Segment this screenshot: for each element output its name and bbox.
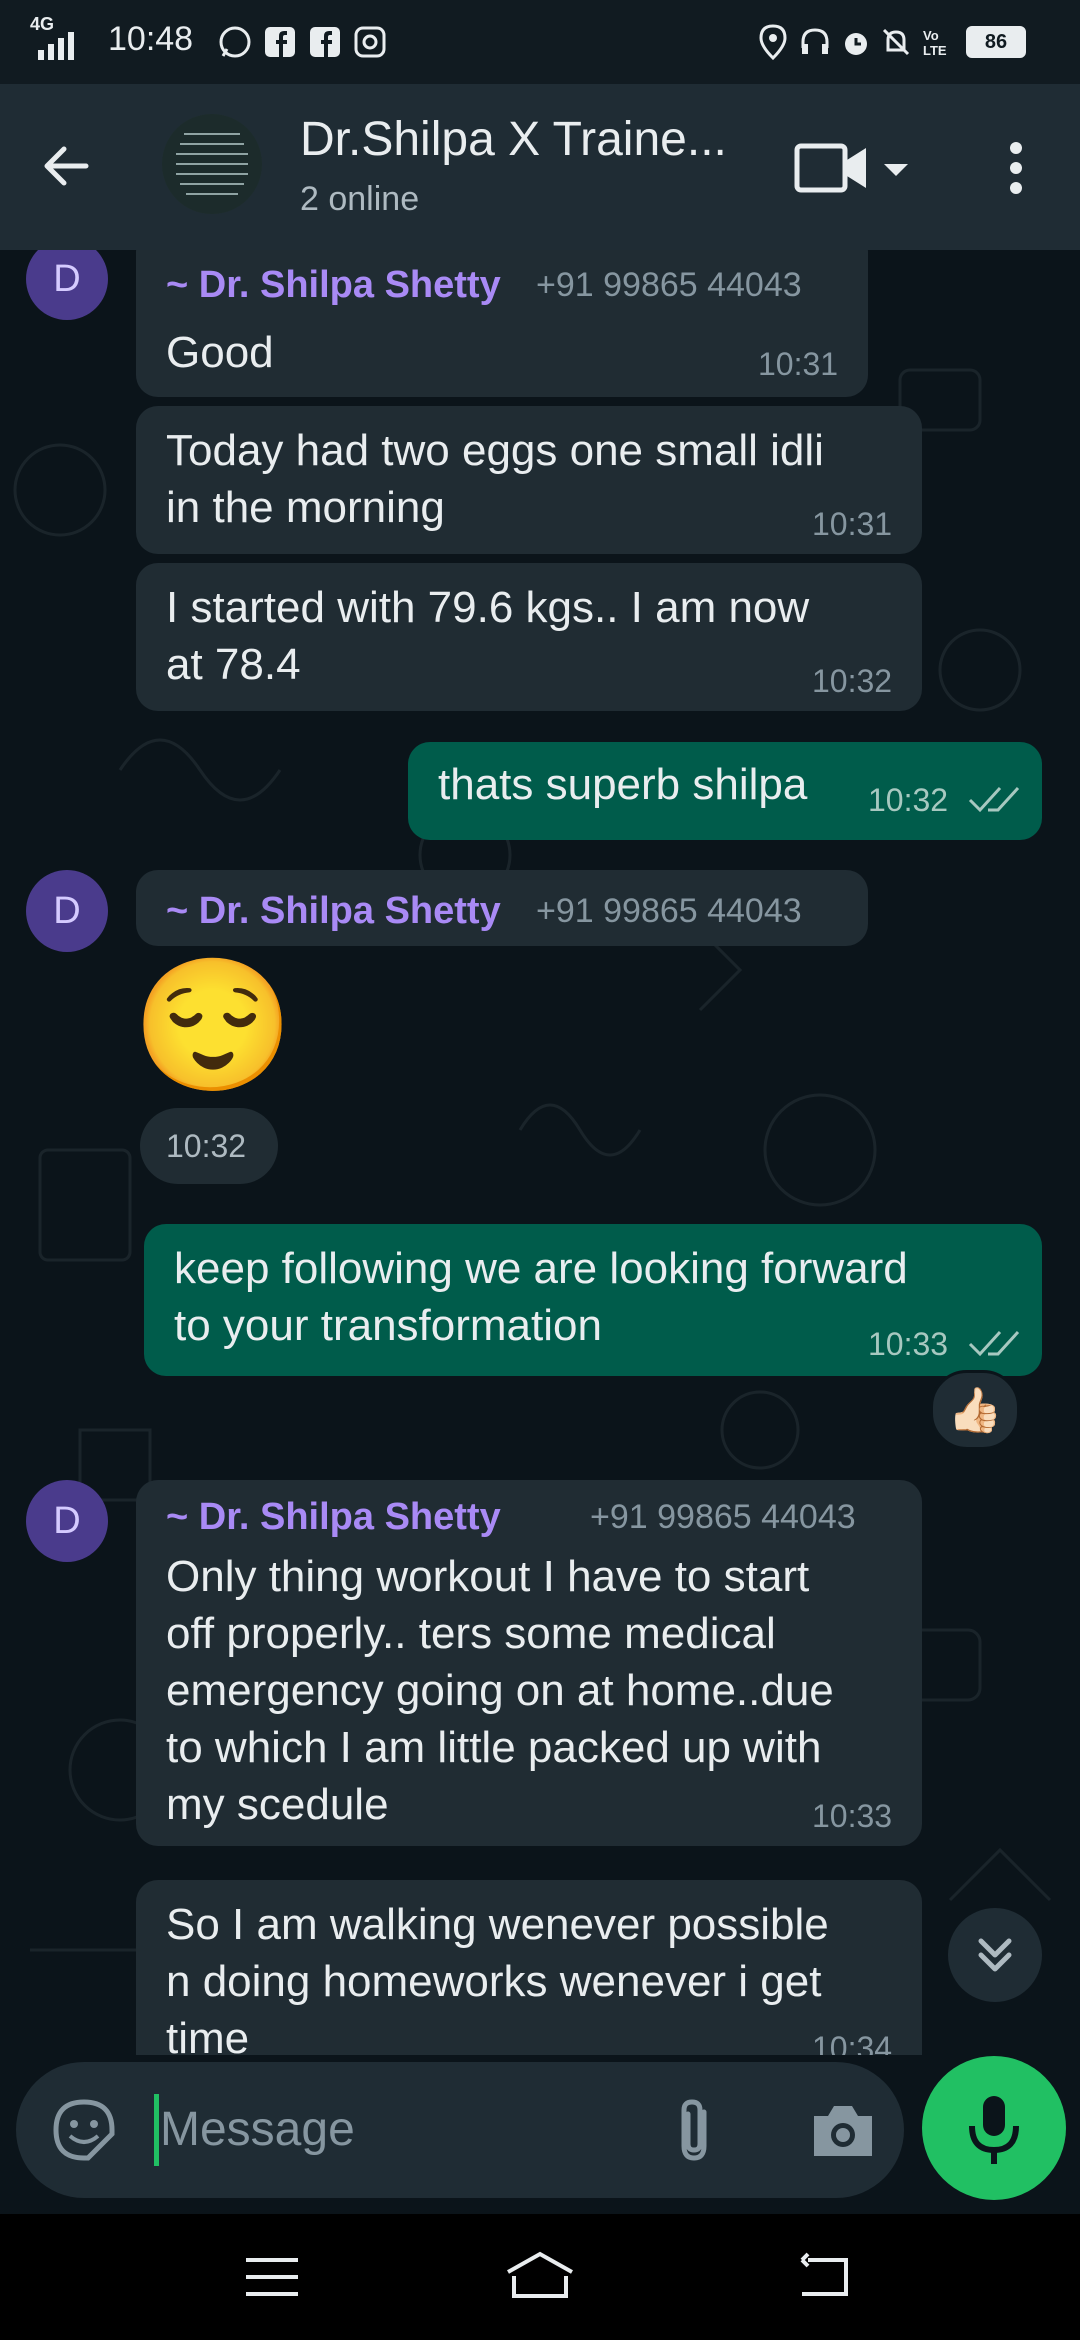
signal-icon: 4G (30, 14, 100, 66)
location-icon (755, 22, 791, 62)
sender-phone: +91 99865 44043 (536, 892, 802, 930)
svg-text:LTE: LTE (923, 43, 947, 58)
message-bubble-outgoing[interactable]: keep following we are looking forward to… (144, 1224, 1042, 1376)
message-line: emergency going on at home..due (166, 1666, 834, 1715)
message-line: in the morning (166, 483, 445, 532)
message-line: Today had two eggs one small idli (166, 426, 824, 475)
message-sender-header[interactable]: ~ Dr. Shilpa Shetty +91 99865 44043 (136, 870, 868, 946)
message-bubble-outgoing[interactable]: thats superb shilpa 10:32 (408, 742, 1042, 840)
recents-icon[interactable] (242, 2252, 302, 2302)
camera-icon[interactable] (808, 2098, 878, 2162)
network-type: 4G (30, 14, 55, 34)
message-line: off properly.. ters some medical (166, 1609, 776, 1658)
message-bubble-incoming[interactable]: Today had two eggs one small idli in the… (136, 406, 922, 554)
message-bubble-incoming[interactable]: I started with 79.6 kgs.. I am now at 78… (136, 563, 922, 711)
sender-name[interactable]: ~ Dr. Shilpa Shetty (166, 1496, 501, 1539)
microphone-icon (969, 2096, 1019, 2164)
read-receipt-icon (968, 1326, 1020, 1365)
back-icon[interactable] (794, 2250, 854, 2302)
message-line: to which I am little packed up with (166, 1723, 822, 1772)
message-time: 10:33 (812, 1798, 893, 1834)
message-text: Only thing workout I have to start off p… (166, 1548, 834, 1833)
group-avatar[interactable] (162, 114, 262, 214)
message-line: at 78.4 (166, 640, 301, 689)
message-list[interactable]: D ~ Dr. Shilpa Shetty +91 99865 44043 Go… (0, 250, 1080, 2055)
message-time: 10:32 (166, 1128, 247, 1164)
message-input[interactable]: Message (160, 2102, 640, 2157)
chevron-down-icon (884, 164, 908, 176)
mute-icon (878, 22, 914, 62)
message-time: 10:34 (812, 2030, 893, 2055)
scroll-to-bottom-button[interactable] (948, 1908, 1042, 2002)
message-time: 10:32 (868, 782, 949, 818)
message-time: 10:31 (812, 506, 893, 542)
attach-icon[interactable] (666, 2096, 726, 2166)
message-text: Good (166, 328, 274, 377)
voice-message-button[interactable] (922, 2056, 1066, 2200)
chat-header: Dr.Shilpa X Traine... 2 online (0, 84, 1080, 250)
message-line: my scedule (166, 1780, 389, 1829)
message-time: 10:32 (812, 663, 893, 699)
message-line: to your transformation (174, 1301, 602, 1350)
message-text: keep following we are looking forward to… (174, 1240, 908, 1354)
double-chevron-down-icon (978, 1938, 1012, 1972)
status-time: 10:48 (108, 20, 194, 58)
message-composer: Message (16, 2062, 904, 2198)
message-bubble-incoming[interactable]: So I am walking wenever possible n doing… (136, 1880, 922, 2055)
emoji-sticker-icon[interactable] (52, 2098, 116, 2162)
emoji-message[interactable]: 😌 (132, 950, 294, 1100)
message-text: So I am walking wenever possible n doing… (166, 1896, 829, 2055)
instagram-icon (350, 22, 390, 62)
sender-avatar[interactable]: D (26, 870, 108, 952)
message-bubble-incoming[interactable]: ~ Dr. Shilpa Shetty +91 99865 44043 Good… (136, 250, 868, 397)
sender-phone: +91 99865 44043 (590, 1498, 856, 1536)
alarm-icon (838, 22, 874, 62)
reaction-badge[interactable]: 👍🏻 (930, 1370, 1020, 1450)
sender-phone: +91 99865 44043 (536, 266, 802, 304)
message-line: time (166, 2014, 250, 2055)
message-text: Today had two eggs one small idli in the… (166, 422, 824, 536)
message-line: Only thing workout I have to start (166, 1552, 810, 1601)
message-text: I started with 79.6 kgs.. I am now at 78… (166, 579, 809, 693)
message-time: 10:31 (758, 346, 839, 382)
system-nav-bar (0, 2214, 1080, 2340)
message-line: I started with 79.6 kgs.. I am now (166, 583, 810, 632)
message-line: keep following we are looking forward (174, 1244, 908, 1293)
status-bar: 4G 10:48 Vo LTE 86 (0, 0, 1080, 84)
video-call-button[interactable] (792, 136, 912, 200)
headset-icon (797, 22, 833, 62)
text-cursor (154, 2094, 159, 2166)
sender-avatar[interactable]: D (26, 1480, 108, 1562)
message-line: So I am walking wenever possible (166, 1900, 829, 1949)
battery-icon: 86 (964, 26, 1028, 58)
sender-name[interactable]: ~ Dr. Shilpa Shetty (166, 264, 501, 307)
sender-name[interactable]: ~ Dr. Shilpa Shetty (166, 890, 501, 933)
whatsapp-icon (215, 22, 255, 62)
chat-title[interactable]: Dr.Shilpa X Traine... (300, 112, 750, 167)
battery-level: 86 (966, 26, 1026, 58)
chat-subtitle: 2 online (300, 180, 420, 218)
message-line: n doing homeworks wenever i get (166, 1957, 822, 2006)
back-arrow-icon[interactable] (36, 136, 100, 200)
message-time: 10:33 (868, 1326, 949, 1362)
facebook-icon (305, 22, 345, 62)
home-icon[interactable] (504, 2248, 576, 2304)
svg-text:Vo: Vo (923, 28, 939, 43)
facebook-icon (260, 22, 300, 62)
more-options-icon[interactable] (996, 136, 1036, 200)
message-text: thats superb shilpa (438, 760, 808, 809)
read-receipt-icon (968, 782, 1020, 821)
emoji-time-pill: 10:32 (140, 1108, 278, 1184)
volte-icon: Vo LTE (918, 22, 958, 62)
message-bubble-incoming[interactable]: ~ Dr. Shilpa Shetty +91 99865 44043 Only… (136, 1480, 922, 1846)
